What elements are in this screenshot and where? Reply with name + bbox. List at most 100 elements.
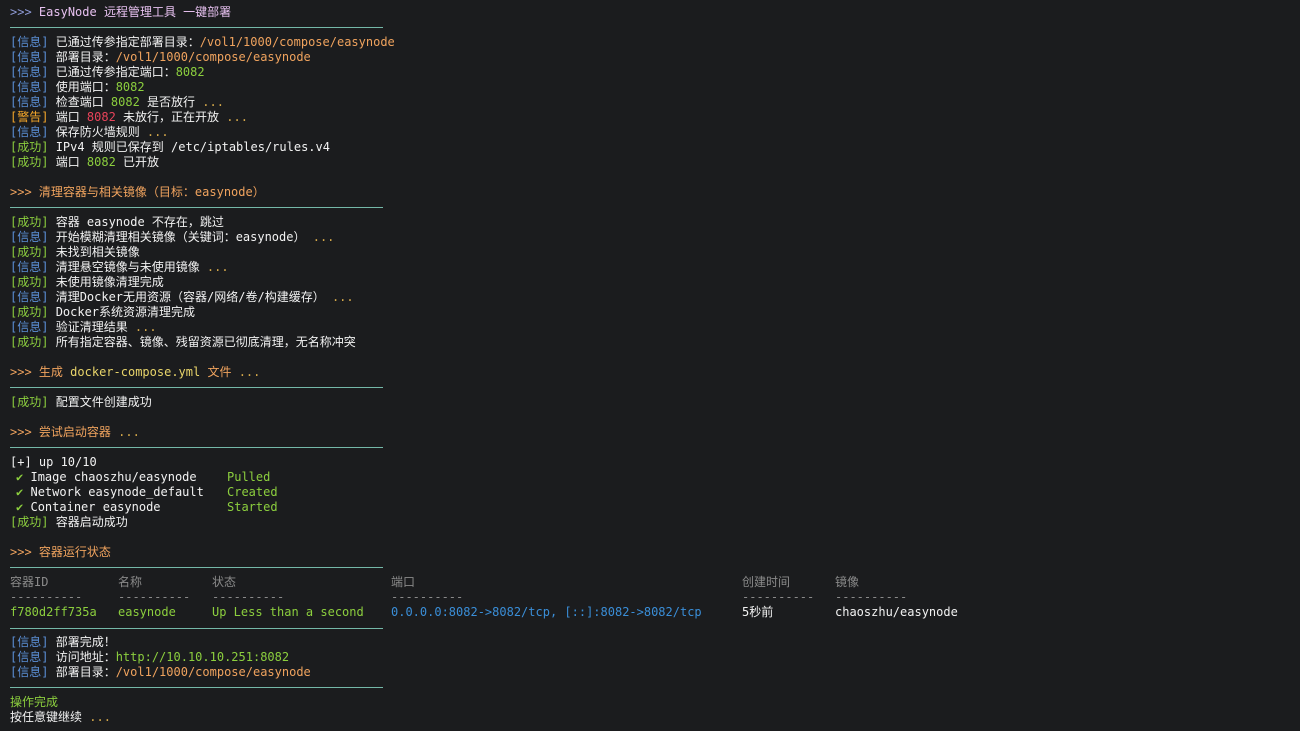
divider — [10, 27, 383, 28]
col-image-value: chaoszhu/easynode — [835, 605, 958, 619]
tag-info: [信息] — [10, 260, 49, 274]
section-label: 尝试启动容器 — [38, 425, 111, 439]
tag-info: [信息] — [10, 35, 49, 49]
resource-status: Started — [227, 500, 278, 514]
resource-name: Network easynode_default — [30, 485, 204, 499]
log-line: [警告] 端口 8082 未放行，正在开放 ... — [10, 110, 248, 125]
progress-dots: ... — [118, 425, 140, 439]
progress-dots: ... — [219, 110, 248, 124]
header-underline: ---------- — [118, 590, 191, 604]
log-text: 已通过传参指定部署目录： — [55, 35, 200, 49]
header-underline: ---------- — [742, 590, 815, 604]
log-line: [成功] 所有指定容器、镜像、残留资源已彻底清理，无名称冲突 — [10, 335, 356, 350]
divider — [10, 207, 383, 208]
tag-info: [信息] — [10, 290, 49, 304]
tag-ok: [成功] — [10, 305, 49, 319]
tag-ok: [成功] — [10, 335, 49, 349]
press-any-key-prompt[interactable]: 按任意键继续 ... — [10, 710, 111, 725]
log-text: 配置文件创建成功 — [55, 395, 152, 409]
divider — [10, 687, 383, 688]
progress-dots: ... — [199, 260, 229, 274]
section-prompt: >>> — [10, 545, 32, 559]
tag-ok: [成功] — [10, 245, 49, 259]
header-line: >>> EasyNode 远程管理工具 一键部署 — [10, 5, 231, 20]
log-text: 是否放行 — [139, 95, 196, 109]
divider — [10, 567, 383, 568]
section-generate-heading: >>> 生成 docker-compose.yml 文件 ... — [10, 365, 260, 380]
tag-info: [信息] — [10, 65, 49, 79]
log-line: [信息] 访问地址：http://10.10.10.251:8082 — [10, 650, 289, 665]
log-text: 未放行，正在开放 — [115, 110, 220, 124]
log-text: 已通过传参指定端口： — [55, 65, 176, 79]
log-text: 未找到相关镜像 — [55, 245, 140, 259]
log-text: 部署完成！ — [55, 635, 116, 649]
log-text: 端口 — [55, 155, 87, 169]
port-value: 8082 — [115, 80, 145, 94]
log-text: 访问地址： — [55, 650, 116, 664]
compose-item: ✔ Network easynode_default — [16, 485, 204, 500]
resource-status: Created — [227, 485, 278, 499]
col-name-header: 名称 — [118, 575, 143, 589]
log-text: 所有指定容器、镜像、残留资源已彻底清理，无名称冲突 — [55, 335, 356, 349]
section-prompt: >>> — [10, 425, 32, 439]
header-prompt: >>> — [10, 5, 32, 19]
log-text: 容器 easynode 不存在，跳过 — [55, 215, 224, 229]
resource-name: Image chaoszhu/easynode — [30, 470, 197, 484]
log-line: [信息] 部署目录：/vol1/1000/compose/easynode — [10, 50, 311, 65]
log-line: [成功] 容器启动成功 — [10, 515, 128, 530]
tag-ok: [成功] — [10, 515, 49, 529]
check-icon: ✔ — [16, 470, 24, 484]
log-text: 验证清理结果 — [55, 320, 128, 334]
section-start-heading: >>> 尝试启动容器 ... — [10, 425, 140, 440]
log-line: [信息] 已通过传参指定部署目录：/vol1/1000/compose/easy… — [10, 35, 395, 50]
log-line: [成功] 未使用镜像清理完成 — [10, 275, 164, 290]
progress-dots: ... — [238, 365, 261, 379]
log-line: [信息] 清理悬空镜像与未使用镜像 ... — [10, 260, 229, 275]
resource-status: Pulled — [227, 470, 271, 484]
tag-info: [信息] — [10, 665, 49, 679]
log-text: 部署目录： — [55, 50, 116, 64]
progress-dots: ... — [305, 230, 335, 244]
terminal-window[interactable]: >>> EasyNode 远程管理工具 一键部署 [信息] 已通过传参指定部署目… — [0, 0, 1300, 731]
log-text: Docker系统资源清理完成 — [55, 305, 196, 319]
tag-info: [信息] — [10, 50, 49, 64]
col-created-value: 5秒前 — [742, 605, 774, 619]
log-line: [信息] 部署完成！ — [10, 635, 116, 650]
log-line: [信息] 保存防火墙规则 ... — [10, 125, 169, 140]
log-text: 开始模糊清理相关镜像（关键词：easynode） — [55, 230, 306, 244]
log-line: [信息] 验证清理结果 ... — [10, 320, 157, 335]
port-value: 8082 — [86, 155, 116, 169]
col-container-id-value: f780d2ff735a — [10, 605, 97, 619]
log-text: 未使用镜像清理完成 — [55, 275, 164, 289]
section-label: 生成 — [38, 365, 63, 379]
col-name-value: easynode — [118, 605, 176, 619]
log-line: [成功] 端口 8082 已开放 — [10, 155, 159, 170]
check-icon: ✔ — [16, 485, 24, 499]
divider — [10, 387, 383, 388]
log-line: [成功] 未找到相关镜像 — [10, 245, 140, 260]
section-prompt: >>> — [10, 185, 32, 199]
tag-ok: [成功] — [10, 155, 49, 169]
log-line: [成功] 容器 easynode 不存在，跳过 — [10, 215, 224, 230]
section-suffix: 文件 — [207, 365, 232, 379]
header-underline: ---------- — [212, 590, 285, 604]
log-text: 使用端口： — [55, 80, 116, 94]
progress-dots: ... — [195, 95, 224, 109]
log-text: 容器启动成功 — [55, 515, 128, 529]
path-value: /vol1/1000/compose/easynode — [115, 665, 311, 679]
header-underline: ---------- — [835, 590, 908, 604]
log-line: [信息] 已通过传参指定端口：8082 — [10, 65, 205, 80]
tag-info: [信息] — [10, 635, 49, 649]
access-url[interactable]: http://10.10.10.251:8082 — [116, 650, 289, 664]
tag-info: [信息] — [10, 95, 49, 109]
divider — [10, 628, 383, 629]
tag-warn: [警告] — [10, 110, 49, 124]
progress-dots: ... — [324, 290, 354, 304]
port-value: 8082 — [110, 95, 140, 109]
tag-ok: [成功] — [10, 215, 49, 229]
tag-info: [信息] — [10, 230, 49, 244]
progress-dots: ... — [89, 710, 111, 724]
compose-filename: docker-compose.yml — [70, 365, 201, 379]
log-text: 保存防火墙规则 — [55, 125, 140, 139]
header-underline: ---------- — [391, 590, 464, 604]
